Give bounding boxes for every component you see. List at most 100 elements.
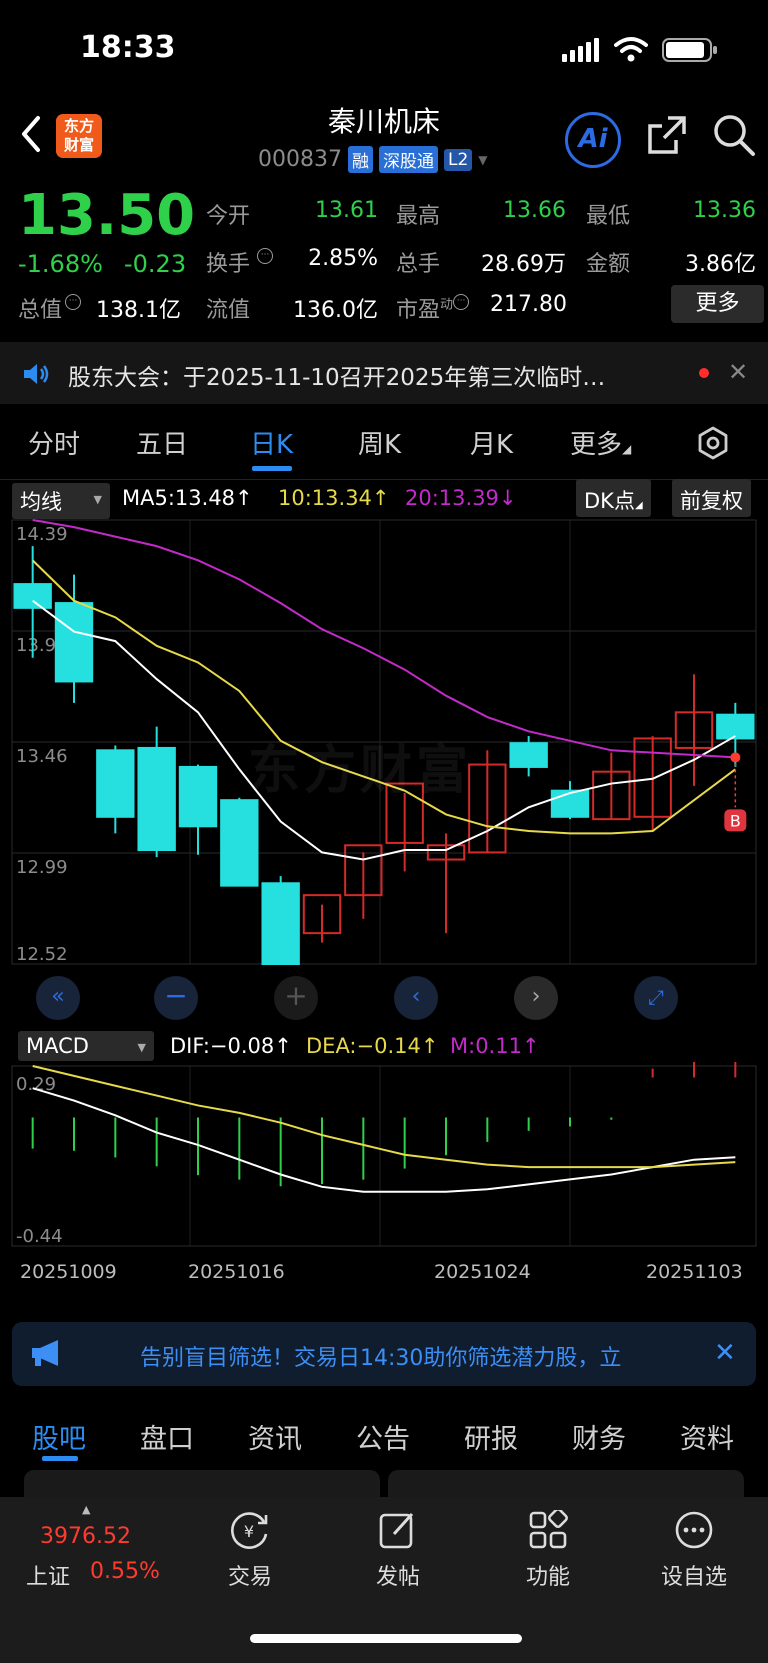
forum-card[interactable]	[388, 1470, 744, 1500]
tab-research[interactable]: 研报	[464, 1417, 518, 1456]
battery-icon	[662, 38, 717, 62]
ai-button[interactable]: Ai	[565, 112, 621, 168]
dk-point-button[interactable]: DK点◢	[576, 479, 651, 517]
megaphone-icon	[32, 1340, 58, 1366]
active-bottom-tab-indicator	[42, 1456, 78, 1461]
fullscreen-button[interactable]: ⤢	[634, 976, 678, 1020]
ma20-line	[32, 519, 736, 759]
zoom-out-icon: −	[164, 979, 188, 1012]
volume-value: 28.69万	[481, 252, 566, 277]
candle	[220, 799, 259, 887]
post-icon[interactable]	[378, 1510, 418, 1550]
adjust-button[interactable]: 前复权	[672, 479, 751, 517]
ad-close-icon[interactable]: ✕	[714, 1338, 736, 1368]
ma-select[interactable]: 均线 ▼	[12, 483, 110, 519]
x-tick-label: 20251024	[434, 1261, 531, 1283]
tag-margin: 融	[347, 146, 373, 173]
grid-icon[interactable]	[528, 1510, 568, 1550]
active-tab-indicator	[252, 466, 292, 471]
more-quote-button[interactable]: 更多	[671, 285, 764, 323]
change-percent: -1.68%	[18, 250, 103, 278]
chevron-down-icon: ▼	[137, 1041, 146, 1054]
open-label: 今开	[206, 204, 251, 229]
last-price: 13.50	[18, 183, 196, 248]
y-tick-label: 14.39	[16, 524, 68, 545]
tab-finance[interactable]: 财务	[572, 1417, 626, 1456]
y-tick-label: 12.99	[16, 857, 68, 878]
zoom-in-button[interactable]: +	[274, 976, 318, 1020]
info-icon[interactable]: ···	[65, 294, 82, 310]
speaker-icon	[24, 364, 49, 384]
tab-5day[interactable]: 五日	[136, 424, 188, 461]
nav-post[interactable]: 发帖	[348, 1559, 448, 1591]
status-time: 18:33	[80, 30, 176, 65]
macd-chart[interactable]: 0.29 -0.44 20251009 20251016 20251024 2025110…	[0, 1062, 768, 1314]
volume-label: 总手	[396, 252, 441, 277]
notice-unread-dot	[699, 368, 709, 378]
nav-watchlist[interactable]: 设自选	[644, 1559, 744, 1591]
settings-icon[interactable]	[696, 426, 730, 460]
candle	[13, 583, 52, 609]
forum-card[interactable]	[24, 1470, 380, 1500]
open-value: 13.61	[315, 198, 378, 223]
index-name[interactable]: 上证	[26, 1559, 70, 1591]
index-change[interactable]: 0.55%	[90, 1559, 160, 1584]
low-label: 最低	[586, 204, 631, 229]
high-value: 13.66	[503, 198, 566, 223]
notice-text[interactable]: 股东大会：于2025-11-10召开2025年第三次临时…	[68, 358, 605, 392]
watermark: 东方财富	[248, 741, 473, 801]
nav-functions[interactable]: 功能	[498, 1559, 598, 1591]
dea-line	[32, 1065, 736, 1169]
info-icon[interactable]: ···	[257, 248, 274, 264]
x-tick-label: 20251103	[646, 1261, 743, 1283]
buy-marker-label: B	[730, 811, 741, 830]
fullscreen-icon: ⤢	[648, 985, 664, 1009]
next-button[interactable]: ›	[514, 976, 558, 1020]
mktcap-label-wrap: 总值 ···	[18, 292, 82, 324]
ma20-label: 20:13.39↓	[405, 486, 517, 510]
mktcap-label: 总值	[18, 298, 63, 323]
next-icon: ›	[531, 984, 541, 1009]
share-icon[interactable]	[646, 114, 688, 156]
tab-more[interactable]: 更多◢	[570, 424, 631, 461]
candle	[178, 765, 218, 828]
tab-announcements[interactable]: 公告	[356, 1417, 410, 1456]
wifi-icon	[614, 37, 648, 62]
tab-orderbook[interactable]: 盘口	[140, 1417, 194, 1456]
candle	[96, 749, 135, 818]
turnover-label: 换手	[206, 252, 251, 277]
chevron-down-icon: ▼	[93, 493, 102, 506]
notice-close-icon[interactable]: ✕	[728, 358, 748, 386]
nav-trade[interactable]: 交易	[200, 1559, 300, 1591]
tab-news[interactable]: 资讯	[248, 1417, 302, 1456]
more-dots-icon[interactable]	[674, 1510, 714, 1550]
mktcap-value: 138.1亿	[96, 298, 181, 323]
tab-daily[interactable]: 日K	[250, 424, 293, 461]
tab-profile[interactable]: 资料	[680, 1417, 734, 1456]
scroll-left-button[interactable]: «	[36, 976, 80, 1020]
m-label: M:0.11↑	[450, 1034, 540, 1058]
tab-intraday[interactable]: 分时	[28, 424, 80, 461]
stock-subtitle[interactable]: 000837 融 深股通 L2 ▼	[258, 146, 488, 173]
amount-label: 金额	[586, 252, 631, 277]
corner-arrow-icon: ◢	[634, 500, 643, 511]
prev-button[interactable]: ‹	[394, 976, 438, 1020]
index-value[interactable]: 3976.52	[40, 1524, 131, 1549]
float-value: 136.0亿	[293, 298, 378, 323]
ad-text[interactable]: 告别盲目筛选！交易日14:30助你筛选潜力股，立	[140, 1340, 621, 1372]
candle	[716, 713, 755, 740]
y-tick-label: 12.52	[16, 944, 68, 965]
trade-icon[interactable]: ¥	[228, 1510, 272, 1550]
tab-weekly[interactable]: 周K	[358, 424, 401, 461]
dropdown-icon: ▼	[478, 152, 488, 167]
search-icon[interactable]	[712, 113, 756, 157]
tab-forum[interactable]: 股吧	[32, 1417, 86, 1456]
macd-select[interactable]: MACD ▼	[18, 1031, 154, 1061]
zoom-out-button[interactable]: −	[154, 976, 198, 1020]
info-icon[interactable]: ···	[453, 294, 470, 310]
high-label: 最高	[396, 204, 441, 229]
tab-monthly[interactable]: 月K	[470, 424, 513, 461]
dif-line	[32, 1087, 736, 1193]
candle	[509, 742, 548, 768]
y-tick-label: 13.46	[16, 746, 68, 767]
